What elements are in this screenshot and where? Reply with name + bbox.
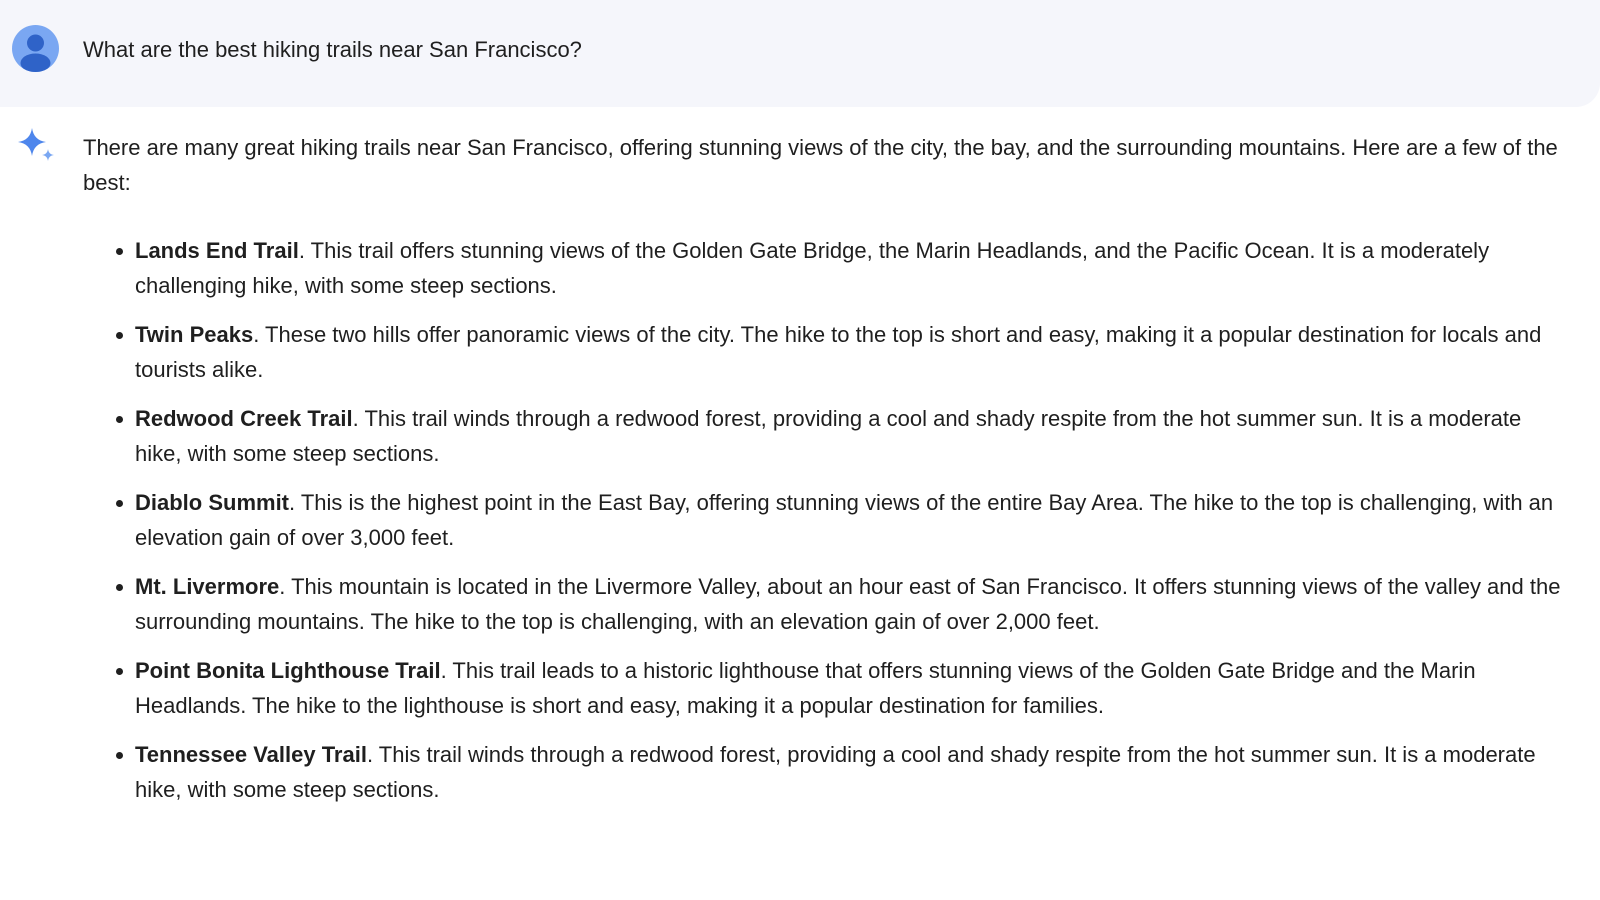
trail-description: . This is the highest point in the East … [135, 490, 1554, 550]
trail-name: Tennessee Valley Trail [135, 742, 367, 767]
person-icon [20, 34, 51, 72]
user-avatar[interactable] [12, 25, 59, 72]
response-intro: There are many great hiking trails near … [83, 135, 1558, 195]
list-item: Tennessee Valley Trail. This trail winds… [116, 737, 1573, 807]
trail-name: Point Bonita Lighthouse Trail [135, 658, 441, 683]
trail-name: Twin Peaks [135, 322, 254, 347]
list-item: Redwood Creek Trail. This trail winds th… [116, 401, 1573, 471]
response-body: There are many great hiking trails near … [83, 130, 1573, 821]
user-turn: What are the best hiking trails near San… [0, 0, 1600, 107]
trail-list: Lands End Trail. This trail offers stunn… [83, 233, 1573, 807]
trail-name: Mt. Livermore [135, 574, 280, 599]
chat-conversation: What are the best hiking trails near San… [0, 0, 1600, 900]
list-item: Point Bonita Lighthouse Trail. This trai… [116, 653, 1573, 723]
model-response-turn: There are many great hiking trails near … [0, 107, 1600, 900]
trail-description: . This mountain is located in the Liverm… [135, 574, 1561, 634]
user-query-text: What are the best hiking trails near San… [83, 37, 582, 62]
sparkle-icon [18, 128, 54, 161]
trail-name: Redwood Creek Trail [135, 406, 353, 431]
trail-name: Lands End Trail [135, 238, 299, 263]
trail-description: . This trail offers stunning views of th… [135, 238, 1490, 298]
list-item: Mt. Livermore. This mountain is located … [116, 569, 1573, 639]
trail-name: Diablo Summit [135, 490, 290, 515]
list-item: Twin Peaks. These two hills offer panora… [116, 317, 1573, 387]
list-item: Diablo Summit. This is the highest point… [116, 485, 1573, 555]
trail-description: . These two hills offer panoramic views … [135, 322, 1542, 382]
list-item: Lands End Trail. This trail offers stunn… [116, 233, 1573, 303]
